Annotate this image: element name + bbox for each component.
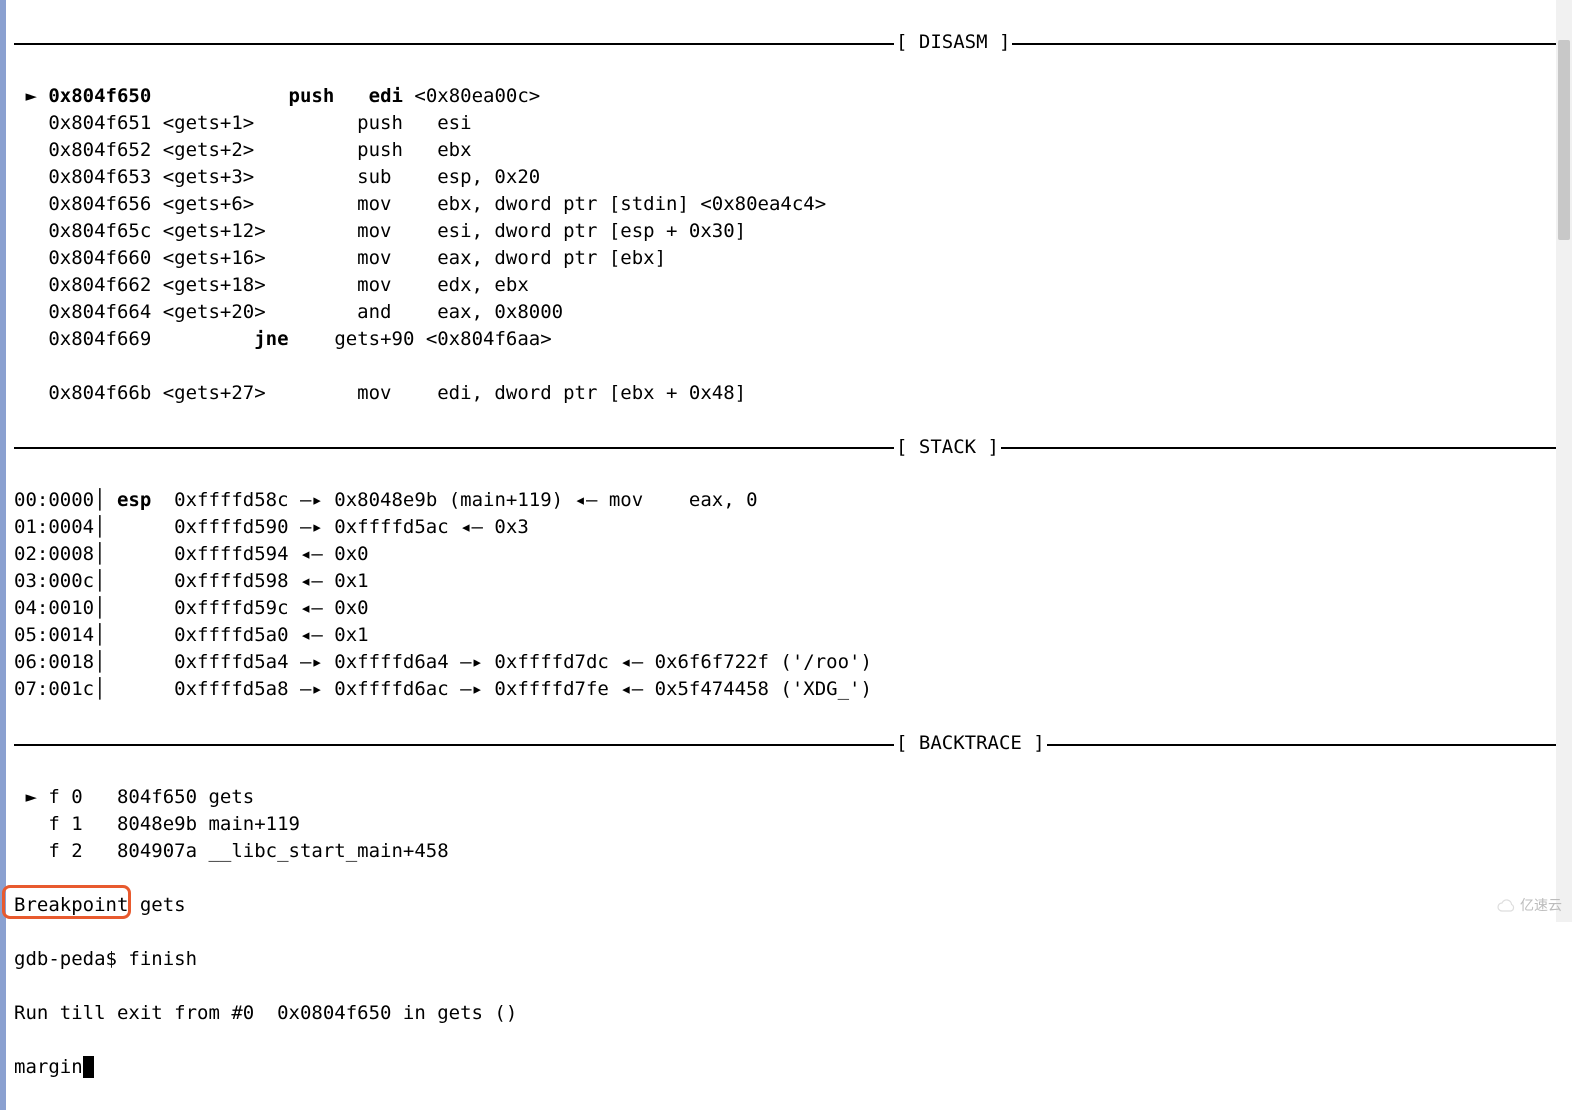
terminal-output[interactable]: [ DISASM ] ► 0x804f650 push edi <0x80ea0… bbox=[0, 0, 1572, 1110]
disasm-row bbox=[14, 353, 1564, 380]
cloud-icon bbox=[1496, 899, 1516, 913]
section-divider-stack: [ STACK ] bbox=[14, 434, 1564, 461]
stack-row: 07:001c│ 0xffffd5a8 —▸ 0xffffd6ac —▸ 0xf… bbox=[14, 676, 1564, 703]
watermark-text: 亿速云 bbox=[1520, 896, 1562, 916]
watermark: 亿速云 bbox=[1496, 896, 1562, 916]
section-label-stack: [ STACK ] bbox=[894, 434, 1001, 461]
gdb-prompt-line: gdb-peda$ finish bbox=[14, 946, 1564, 973]
gdb-prompt: gdb-peda$ bbox=[14, 948, 128, 970]
scrollbar[interactable] bbox=[1556, 0, 1572, 922]
section-label-disasm: [ DISASM ] bbox=[894, 29, 1012, 56]
cursor bbox=[83, 1056, 94, 1078]
disasm-row: 0x804f664 <gets+20> and eax, 0x8000 bbox=[14, 299, 1564, 326]
disasm-row: 0x804f652 <gets+2> push ebx bbox=[14, 137, 1564, 164]
stack-row: 05:0014│ 0xffffd5a0 ◂— 0x1 bbox=[14, 622, 1564, 649]
disasm-row: 0x804f660 <gets+16> mov eax, dword ptr [… bbox=[14, 245, 1564, 272]
section-divider-backtrace: [ BACKTRACE ] bbox=[14, 730, 1564, 757]
disasm-row: 0x804f662 <gets+18> mov edx, ebx bbox=[14, 272, 1564, 299]
disasm-row: 0x804f66b <gets+27> mov edi, dword ptr [… bbox=[14, 380, 1564, 407]
disasm-row: ► 0x804f650 push edi <0x80ea00c> bbox=[14, 83, 1564, 110]
input-line[interactable]: margin bbox=[14, 1054, 1564, 1081]
stack-row: 01:0004│ 0xffffd590 —▸ 0xffffd5ac ◂— 0x3 bbox=[14, 514, 1564, 541]
disasm-row: 0x804f669 jne gets+90 <0x804f6aa> bbox=[14, 326, 1564, 353]
disasm-row: 0x804f65c <gets+12> mov esi, dword ptr [… bbox=[14, 218, 1564, 245]
gdb-command: finish bbox=[128, 948, 197, 970]
disasm-row: 0x804f653 <gets+3> sub esp, 0x20 bbox=[14, 164, 1564, 191]
breakpoint-msg: Breakpoint gets bbox=[14, 892, 1564, 919]
input-text[interactable]: margin bbox=[14, 1056, 83, 1078]
stack-row: 04:0010│ 0xffffd59c ◂— 0x0 bbox=[14, 595, 1564, 622]
stack-row: 02:0008│ 0xffffd594 ◂— 0x0 bbox=[14, 541, 1564, 568]
backtrace-row: f 2 804907a __libc_start_main+458 bbox=[14, 838, 1564, 865]
stack-row: 03:000c│ 0xffffd598 ◂— 0x1 bbox=[14, 568, 1564, 595]
disasm-row: 0x804f651 <gets+1> push esi bbox=[14, 110, 1564, 137]
stack-row: 00:0000│ esp 0xffffd58c —▸ 0x8048e9b (ma… bbox=[14, 487, 1564, 514]
section-label-backtrace: [ BACKTRACE ] bbox=[894, 730, 1047, 757]
backtrace-row: f 1 8048e9b main+119 bbox=[14, 811, 1564, 838]
scrollbar-thumb[interactable] bbox=[1558, 40, 1570, 240]
run-till-msg: Run till exit from #0 0x0804f650 in gets… bbox=[14, 1000, 1564, 1027]
backtrace-row: ► f 0 804f650 gets bbox=[14, 784, 1564, 811]
disasm-row: 0x804f656 <gets+6> mov ebx, dword ptr [s… bbox=[14, 191, 1564, 218]
stack-row: 06:0018│ 0xffffd5a4 —▸ 0xffffd6a4 —▸ 0xf… bbox=[14, 649, 1564, 676]
section-divider-disasm: [ DISASM ] bbox=[14, 29, 1564, 56]
